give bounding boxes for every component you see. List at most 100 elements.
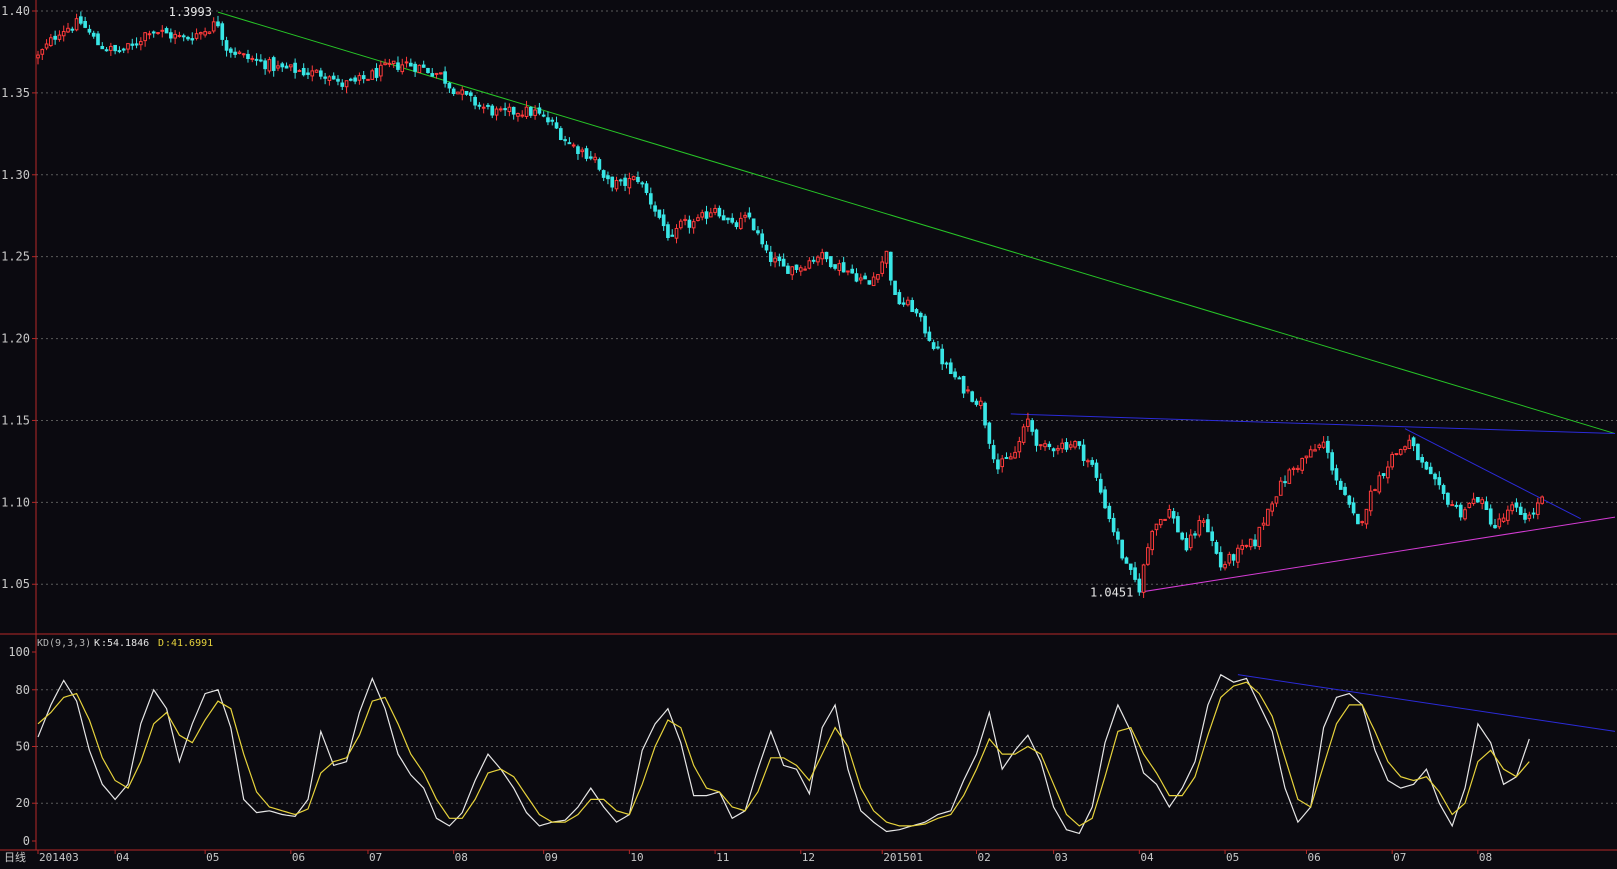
candle-up[interactable] [713,208,717,213]
candle-down[interactable] [164,28,169,34]
candle-up[interactable] [1398,448,1403,455]
candle-down[interactable] [931,342,936,349]
candle-up[interactable] [366,78,370,81]
candle-down[interactable] [1437,477,1442,486]
candle-up[interactable] [1467,502,1472,508]
candle-down[interactable] [1047,443,1052,448]
candle-up[interactable] [1146,547,1150,565]
candle-down[interactable] [96,33,100,46]
candle-down[interactable] [1420,457,1424,463]
candle-up[interactable] [1463,509,1467,520]
candle-down[interactable] [567,142,572,145]
candle-up[interactable] [211,21,216,32]
candle-up[interactable] [494,108,499,116]
candle-down[interactable] [134,43,139,46]
candle-up[interactable] [1261,522,1266,526]
candle-down[interactable] [730,217,735,223]
candle-up[interactable] [884,250,889,264]
candle-down[interactable] [1454,504,1459,507]
candle-up[interactable] [1270,503,1275,512]
candle-down[interactable] [734,222,739,228]
candle-down[interactable] [1416,443,1420,461]
candle-down[interactable] [623,177,627,186]
candle-down[interactable] [396,62,400,70]
candle-down[interactable] [349,78,353,81]
candle-down[interactable] [1411,437,1416,447]
candle-up[interactable] [1540,496,1544,504]
candle-up[interactable] [1266,508,1270,526]
candle-down[interactable] [936,346,940,349]
candle-up[interactable] [44,43,49,49]
candle-up[interactable] [387,62,392,65]
candle-down[interactable] [1111,517,1116,533]
candle-down[interactable] [854,273,859,282]
candle-down[interactable] [841,262,846,273]
candle-down[interactable] [811,259,816,262]
candle-up[interactable] [126,43,130,50]
candle-down[interactable] [717,207,722,217]
candle-up[interactable] [520,114,525,117]
candle-up[interactable] [1296,467,1300,470]
candle-up[interactable] [1403,446,1407,451]
candle-down[interactable] [473,96,477,106]
candle-down[interactable] [1094,462,1099,478]
candle-down[interactable] [537,107,542,114]
candle-down[interactable] [1514,502,1519,508]
candle-down[interactable] [824,251,829,260]
candle-down[interactable] [760,233,765,245]
candle-up[interactable] [57,34,62,40]
candle-down[interactable] [1351,502,1356,514]
candle-down[interactable] [1283,481,1287,484]
candle-down[interactable] [987,422,992,444]
candle-down[interactable] [953,371,957,378]
candle-down[interactable] [1488,508,1493,525]
candle-down[interactable] [1231,554,1236,561]
candle-up[interactable] [61,31,66,37]
candle-down[interactable] [374,67,379,78]
candle-down[interactable] [863,275,867,280]
candle-up[interactable] [700,212,705,218]
candle-down[interactable] [1171,511,1176,519]
candle-up[interactable] [456,91,460,95]
candle-down[interactable] [430,73,435,77]
candle-down[interactable] [1343,486,1347,495]
candle-down[interactable] [190,38,195,41]
candle-down[interactable] [948,362,953,375]
candle-up[interactable] [357,75,362,81]
candle-down[interactable] [923,315,927,334]
candle-down[interactable] [781,258,786,267]
candle-down[interactable] [1116,531,1120,540]
candle-down[interactable] [413,63,417,72]
candle-down[interactable] [224,40,229,51]
candle-up[interactable] [858,277,863,281]
candle-down[interactable] [353,77,357,82]
candle-down[interactable] [996,459,1000,470]
candle-down[interactable] [653,205,657,212]
candle-up[interactable] [237,51,242,54]
candle-up[interactable] [1308,449,1313,458]
candle-down[interactable] [794,264,799,270]
candle-down[interactable] [468,92,473,96]
candle-down[interactable] [259,59,263,62]
candle-up[interactable] [1163,518,1167,521]
candle-down[interactable] [1034,429,1039,446]
candle-up[interactable] [173,33,177,39]
candle-up[interactable] [627,178,632,189]
candle-down[interactable] [901,302,906,305]
candle-up[interactable] [1248,538,1253,548]
candle-up[interactable] [1167,508,1172,518]
candle-down[interactable] [443,71,447,84]
candle-up[interactable] [614,179,619,190]
candle-down[interactable] [670,234,675,237]
candle-down[interactable] [1176,516,1180,533]
candle-up[interactable] [1257,526,1262,547]
candle-down[interactable] [421,64,426,68]
candle-down[interactable] [1518,506,1523,515]
candle-down[interactable] [1433,473,1437,480]
candle-up[interactable] [400,64,405,73]
candle-up[interactable] [1154,523,1159,531]
candle-down[interactable] [618,179,623,182]
candle-up[interactable] [40,49,45,55]
candle-down[interactable] [117,50,122,53]
candle-up[interactable] [820,252,825,260]
